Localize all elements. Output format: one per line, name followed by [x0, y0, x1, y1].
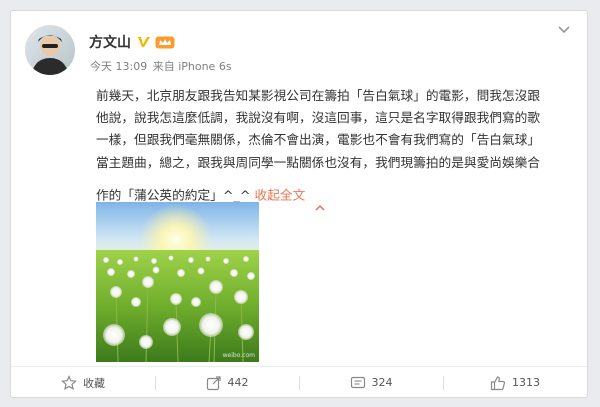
image-watermark: weibo.com: [222, 352, 255, 359]
repost-button[interactable]: 442: [155, 367, 299, 398]
post-meta: 今天 13:09 来自 iPhone 6s: [90, 58, 234, 74]
post-text: 前幾天，北京朋友跟我告知某影視公司在籌拍「告白氣球」的電影，問我怎沒跟他說，說我…: [96, 85, 548, 218]
comment-button[interactable]: 324: [299, 367, 443, 398]
thumbs-up-icon: [490, 375, 506, 390]
comment-icon: [350, 376, 365, 388]
repost-count: 442: [227, 376, 249, 389]
author-name[interactable]: 方文山: [89, 32, 131, 52]
chevron-down-icon[interactable]: [555, 23, 573, 37]
favorite-label: 收藏: [83, 376, 105, 390]
collapse-link[interactable]: 收起全文: [255, 188, 306, 203]
comment-count: 324: [371, 376, 393, 389]
verified-v-icon: [137, 35, 151, 49]
username[interactable]: 方文山: [89, 32, 175, 52]
repost-icon: [206, 375, 221, 390]
star-icon: [61, 374, 77, 390]
weibo-post-card: 方文山 今天 13:09 来自 iPhone 6s 前幾天，北京朋友跟我告知某影…: [10, 10, 588, 398]
post-source: 来自 iPhone 6s: [152, 60, 232, 73]
vip-crown-icon[interactable]: [155, 36, 175, 49]
like-button[interactable]: 1313: [443, 367, 587, 398]
avatar[interactable]: [25, 25, 75, 75]
favorite-button[interactable]: 收藏: [11, 367, 155, 398]
like-count: 1313: [512, 376, 540, 389]
action-bar: 收藏 442 324 1313: [11, 366, 587, 398]
chevron-up-icon[interactable]: [315, 174, 325, 218]
post-image[interactable]: weibo.com: [96, 202, 259, 362]
post-time[interactable]: 今天 13:09: [90, 60, 147, 73]
